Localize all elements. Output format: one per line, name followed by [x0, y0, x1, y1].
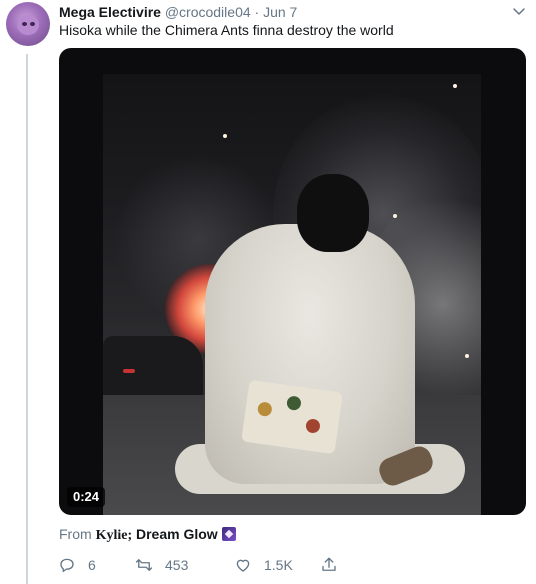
bag-flower — [256, 401, 273, 418]
video-source[interactable]: From Kylie; Dream Glow — [59, 525, 236, 545]
tweet-text: Hisoka while the Chimera Ants finna dest… — [59, 22, 394, 38]
like-count: 1.5K — [264, 557, 293, 573]
chevron-down-icon[interactable] — [512, 4, 526, 18]
firework-spark — [223, 134, 227, 138]
reply-count: 6 — [88, 557, 96, 573]
retweet-button[interactable]: 453 — [135, 554, 188, 576]
like-button[interactable]: 1.5K — [234, 554, 293, 576]
floral-bag — [241, 379, 343, 455]
like-icon — [236, 559, 250, 572]
firework-spark — [465, 354, 469, 358]
tweet-header: Mega Electivire @crocodile04 · Jun 7 — [59, 3, 508, 21]
firework-spark — [393, 214, 397, 218]
car-taillight — [123, 369, 135, 373]
retweet-icon — [135, 559, 153, 571]
share-icon — [322, 557, 336, 571]
tweet-date[interactable]: Jun 7 — [263, 4, 297, 20]
person-head — [297, 174, 369, 252]
sparkle-icon — [221, 527, 236, 541]
video-player[interactable]: 0:24 — [59, 48, 526, 515]
firework-spark — [453, 84, 457, 88]
avatar-face — [17, 15, 39, 35]
source-name-serif: Kylie; — [95, 528, 133, 543]
source-prefix: From — [59, 526, 92, 542]
share-button[interactable] — [320, 554, 350, 576]
thread-line — [26, 54, 28, 584]
bag-flower — [286, 395, 302, 412]
source-name: Dream Glow — [136, 526, 218, 542]
avatar-eye-right — [30, 22, 35, 26]
video-frame — [103, 74, 481, 515]
avatar-eye-left — [22, 22, 27, 26]
retweet-count: 453 — [165, 557, 189, 573]
video-duration-badge: 0:24 — [67, 487, 106, 507]
display-name[interactable]: Mega Electivire — [59, 4, 161, 20]
separator-dot: · — [254, 4, 260, 20]
bag-flower — [305, 418, 321, 434]
user-handle[interactable]: @crocodile04 — [165, 4, 251, 20]
tweet-actions: 6 453 1.5K — [58, 554, 358, 576]
avatar[interactable] — [6, 2, 50, 46]
reply-button[interactable]: 6 — [58, 554, 96, 576]
reply-icon — [60, 558, 74, 573]
